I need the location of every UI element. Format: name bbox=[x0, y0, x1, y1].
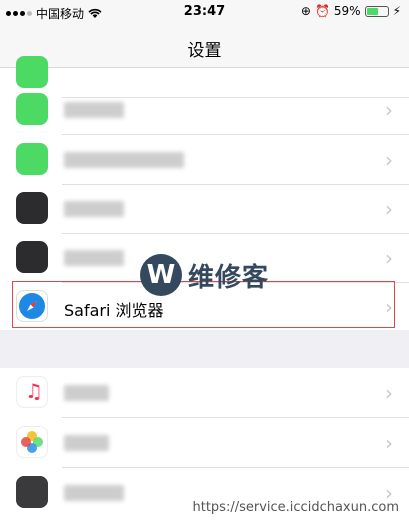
watermark-logo: W bbox=[140, 254, 182, 296]
compass-icon bbox=[16, 192, 48, 224]
messages-icon bbox=[16, 93, 48, 125]
list-item[interactable]: › bbox=[0, 85, 409, 135]
footer-url: https://service.iccidchaxun.com bbox=[190, 500, 401, 515]
chevron-right-icon: › bbox=[385, 381, 393, 405]
list-item[interactable]: › bbox=[0, 184, 409, 234]
photos-icon bbox=[16, 426, 48, 458]
list-item[interactable]: › bbox=[0, 135, 409, 185]
measure-icon bbox=[16, 241, 48, 273]
watermark: W 维修客 bbox=[140, 254, 269, 296]
app-icon bbox=[16, 56, 48, 88]
status-right: ⊕ ⏰ 59% ⚡ bbox=[301, 4, 401, 18]
blurred-label bbox=[64, 102, 124, 118]
blurred-label bbox=[64, 201, 124, 217]
music-icon: ♫ bbox=[16, 376, 48, 408]
chevron-right-icon: › bbox=[385, 246, 393, 270]
chevron-right-icon: › bbox=[385, 148, 393, 172]
facetime-icon bbox=[16, 143, 48, 175]
blurred-label bbox=[64, 250, 124, 266]
list-item[interactable]: › bbox=[0, 418, 409, 468]
rotation-lock-icon: ⊕ bbox=[300, 4, 311, 18]
blurred-label bbox=[64, 385, 109, 401]
camera-icon bbox=[16, 476, 48, 508]
blurred-label bbox=[64, 435, 109, 451]
blurred-label bbox=[64, 485, 124, 501]
chevron-right-icon: › bbox=[385, 431, 393, 455]
status-bar: 中国移动 23:47 ⊕ ⏰ 59% ⚡ bbox=[0, 0, 409, 24]
list-item[interactable]: ♫ › bbox=[0, 368, 409, 418]
blurred-label bbox=[64, 152, 184, 168]
chevron-right-icon: › bbox=[385, 197, 393, 221]
charging-icon: ⚡ bbox=[392, 4, 401, 18]
battery-icon bbox=[364, 5, 389, 17]
watermark-text: 维修客 bbox=[188, 262, 270, 293]
battery-percent: 59% bbox=[333, 4, 361, 18]
chevron-right-icon: › bbox=[385, 98, 393, 122]
alarm-icon: ⏰ bbox=[314, 4, 330, 18]
